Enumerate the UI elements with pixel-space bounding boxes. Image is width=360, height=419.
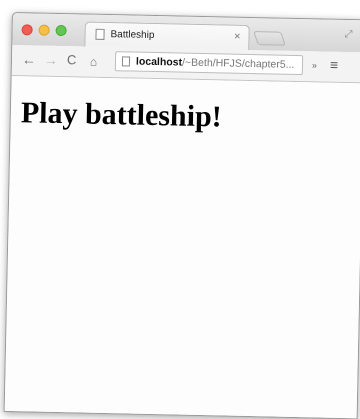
- close-window-button[interactable]: [21, 24, 33, 36]
- back-button[interactable]: ←: [22, 51, 36, 67]
- fullscreen-icon[interactable]: ⤢: [344, 29, 352, 40]
- address-bar[interactable]: localhost/~Beth/HFJS/chapter5...: [114, 51, 304, 76]
- new-tab-button[interactable]: [253, 31, 286, 46]
- home-button[interactable]: ⌂: [90, 54, 98, 70]
- browser-window: Battleship × ⤢ ← → C ⌂ localhost/~Beth/H…: [3, 12, 360, 419]
- page-content: Play battleship!: [4, 76, 360, 419]
- extensions-overflow-icon[interactable]: »: [312, 60, 317, 70]
- maximize-window-button[interactable]: [55, 24, 67, 37]
- minimize-window-button[interactable]: [38, 24, 50, 36]
- forward-button[interactable]: →: [44, 52, 58, 68]
- reload-button[interactable]: C: [67, 52, 77, 68]
- page-icon: [121, 56, 131, 67]
- url-text: localhost/~Beth/HFJS/chapter5...: [136, 56, 295, 71]
- page-heading: Play battleship!: [20, 96, 223, 134]
- close-icon[interactable]: ×: [234, 31, 241, 43]
- window-controls: [21, 24, 67, 37]
- url-host: localhost: [135, 55, 183, 69]
- url-path: /~Beth/HFJS/chapter5...: [181, 56, 295, 71]
- page-icon: [95, 28, 105, 40]
- menu-icon[interactable]: ≡: [330, 57, 339, 73]
- tab-title: Battleship: [110, 29, 155, 41]
